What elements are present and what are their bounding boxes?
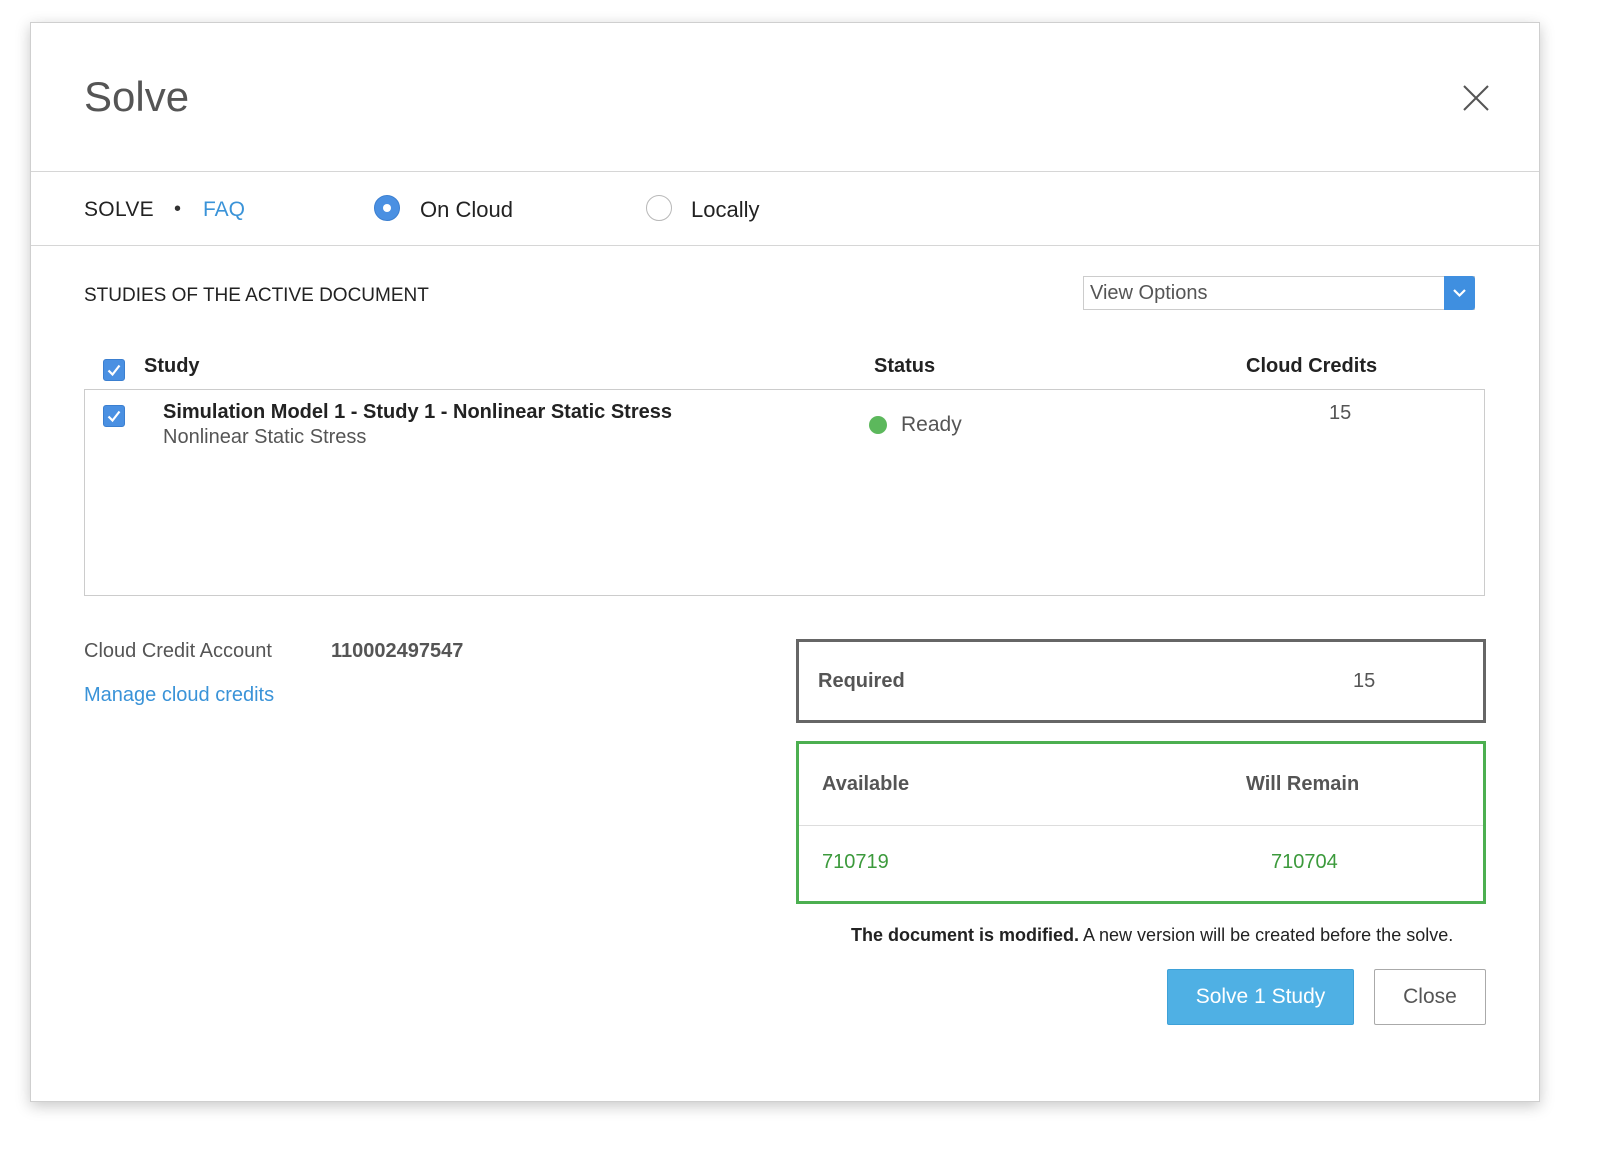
chevron-down-icon[interactable]	[1444, 276, 1475, 310]
mode-bar-divider	[31, 245, 1539, 246]
solve-label: SOLVE	[84, 198, 154, 221]
select-all-checkbox[interactable]	[103, 359, 125, 381]
notice-text: A new version will be created before the…	[1079, 925, 1454, 945]
required-value: 15	[1353, 670, 1376, 692]
radio-locally[interactable]	[646, 195, 672, 221]
document-modified-notice: The document is modified. A new version …	[851, 925, 1453, 946]
study-type: Nonlinear Static Stress	[163, 426, 367, 448]
view-options-select[interactable]: View Options	[1083, 276, 1475, 310]
header-divider	[31, 171, 1539, 172]
study-title[interactable]: Simulation Model 1 - Study 1 - Nonlinear…	[163, 401, 672, 424]
column-header-status: Status	[874, 355, 936, 377]
radio-locally-label[interactable]: Locally	[691, 197, 759, 223]
required-label: Required	[818, 670, 905, 692]
will-remain-value: 710704	[1271, 851, 1338, 873]
close-icon[interactable]	[1459, 81, 1493, 115]
radio-on-cloud[interactable]	[374, 195, 400, 221]
study-credits: 15	[1329, 402, 1352, 424]
close-button[interactable]: Close	[1374, 969, 1486, 1025]
checkmark-icon	[107, 410, 121, 423]
faq-link[interactable]: FAQ	[203, 198, 245, 222]
study-status: Ready	[901, 413, 962, 436]
status-ready-icon	[869, 416, 887, 434]
will-remain-label: Will Remain	[1246, 773, 1360, 795]
solve-dialog: Solve SOLVE • FAQ On Cloud Locally STUDI…	[30, 22, 1540, 1102]
available-credits-box: Available Will Remain 710719 710704	[796, 741, 1486, 904]
radio-on-cloud-label[interactable]: On Cloud	[420, 197, 513, 223]
available-label: Available	[822, 773, 910, 795]
solve-study-button[interactable]: Solve 1 Study	[1167, 969, 1354, 1025]
column-header-cloud-credits: Cloud Credits	[1246, 355, 1378, 377]
dialog-title: Solve	[84, 73, 190, 120]
notice-bold: The document is modified.	[851, 925, 1080, 945]
studies-section-title: STUDIES OF THE ACTIVE DOCUMENT	[84, 285, 429, 306]
cloud-credit-account-label: Cloud Credit Account	[84, 640, 272, 662]
separator-dot: •	[174, 198, 182, 220]
cloud-credit-account-number: 110002497547	[331, 640, 464, 662]
checkmark-icon	[107, 364, 121, 377]
manage-cloud-credits-link[interactable]: Manage cloud credits	[84, 684, 274, 707]
view-options-value: View Options	[1090, 282, 1208, 304]
available-divider	[799, 825, 1483, 826]
column-header-study: Study	[144, 355, 200, 377]
available-value: 710719	[822, 851, 889, 873]
required-credits-box: Required 15	[796, 639, 1486, 723]
study-row-checkbox[interactable]	[103, 405, 125, 427]
